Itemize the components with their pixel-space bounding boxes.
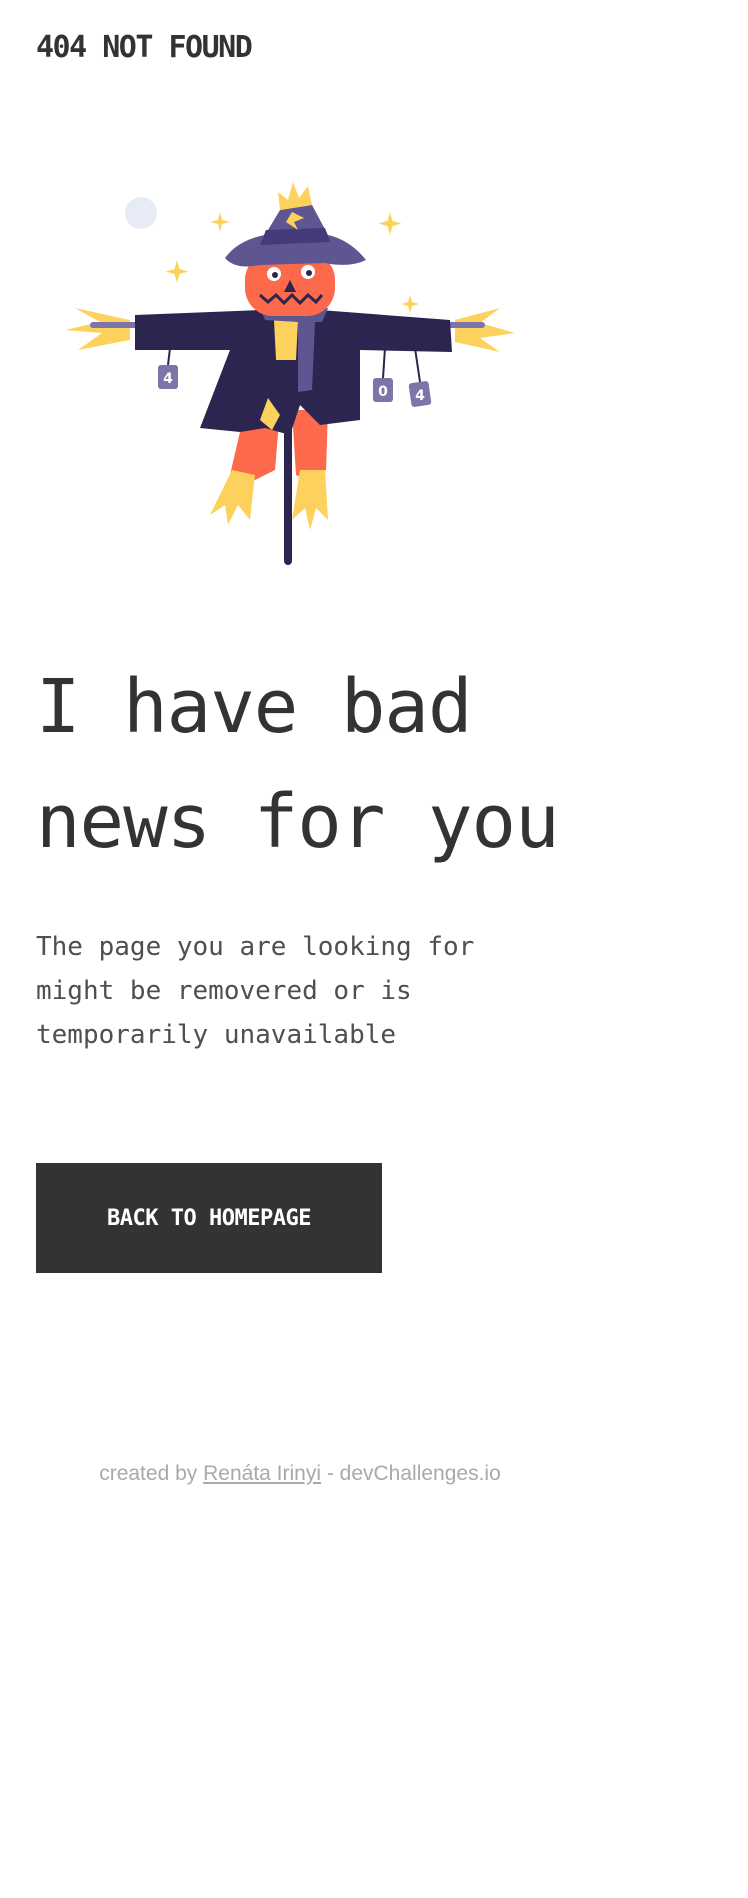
shirt: [274, 320, 298, 360]
page-headline: I have bad news for you: [36, 650, 696, 880]
can-left-label: 4: [163, 371, 173, 387]
description-line-2: might be removered or is: [36, 976, 412, 1006]
back-to-homepage-button[interactable]: BACK TO HOMEPAGE: [36, 1163, 382, 1273]
footer-suffix: - devChallenges.io: [321, 1462, 501, 1485]
headline-line-2: news for you: [36, 779, 560, 865]
scarecrow-illustration: 4 0 4: [65, 182, 515, 565]
moon-icon: [125, 197, 157, 229]
can-left: 4: [158, 347, 178, 389]
footer-credit: created by Renáta Irinyi - devChallenges…: [0, 1462, 600, 1486]
description-line-3: temporarily unavailable: [36, 1020, 397, 1050]
can-middle: 0: [373, 347, 393, 402]
right-straw-hand: [455, 308, 515, 352]
footer-prefix: created by: [99, 1462, 204, 1485]
site-logo[interactable]: 404 NOT FOUND: [36, 30, 253, 65]
headline-line-1: I have bad: [36, 664, 473, 750]
can-middle-label: 0: [378, 384, 388, 400]
left-foot-straw: [210, 470, 255, 525]
can-right: 4: [408, 347, 432, 407]
left-straw-hand: [65, 308, 130, 350]
hat-band: [260, 228, 330, 245]
author-link[interactable]: Renáta Irinyi: [203, 1462, 321, 1485]
can-right-label: 4: [415, 388, 425, 404]
right-foot-straw: [292, 470, 328, 530]
description-line-1: The page you are looking for: [36, 932, 475, 962]
page-description: The page you are looking for might be re…: [36, 925, 596, 1057]
